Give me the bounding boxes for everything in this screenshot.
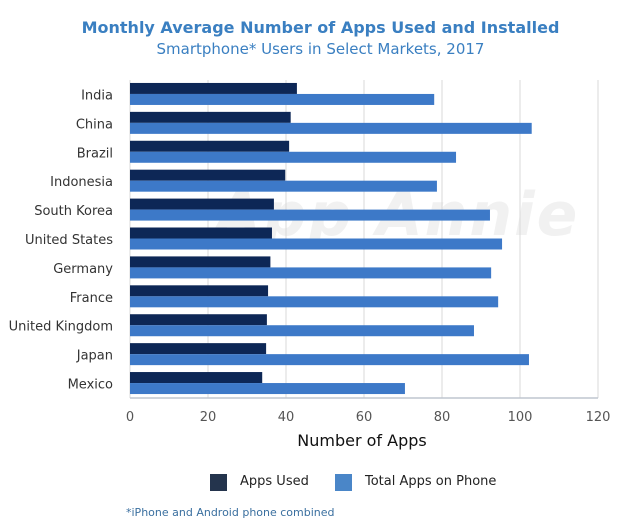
y-category-label: China — [76, 117, 113, 132]
legend-swatch-total-apps — [335, 474, 352, 491]
y-category-label: Mexico — [68, 378, 113, 393]
x-axis-title: Number of Apps — [297, 431, 426, 450]
y-category-label: Japan — [76, 349, 113, 364]
bar-total-apps — [130, 238, 503, 250]
bar-total-apps — [130, 93, 435, 105]
footnote: *iPhone and Android phone combined — [126, 506, 335, 519]
bar-apps-used — [130, 372, 263, 384]
legend-swatch-apps-used — [210, 474, 227, 491]
bar-apps-used — [130, 198, 274, 210]
legend-label-apps-used: Apps Used — [240, 474, 309, 489]
bar-apps-used — [130, 227, 272, 239]
y-category-label: South Korea — [34, 204, 113, 219]
legend-label-total-apps: Total Apps on Phone — [365, 474, 497, 489]
bar-total-apps — [130, 383, 405, 395]
bar-apps-used — [130, 285, 269, 297]
bar-apps-used — [130, 111, 291, 123]
y-category-label: Brazil — [77, 146, 113, 161]
bar-apps-used — [130, 140, 290, 152]
bar-total-apps — [130, 122, 532, 134]
bar-total-apps — [130, 180, 437, 192]
bar-total-apps — [130, 209, 490, 221]
bar-apps-used — [130, 314, 267, 326]
y-category-label: Germany — [53, 262, 113, 277]
bar-apps-used — [130, 256, 271, 268]
bar-total-apps — [130, 267, 492, 279]
y-category-label: France — [70, 291, 113, 306]
y-category-label: United Kingdom — [9, 320, 113, 335]
bar-apps-used — [130, 82, 297, 94]
bar-total-apps — [130, 151, 457, 163]
bar-apps-used — [130, 169, 286, 181]
bar-chart: 0 20 40 60 80 100 120 Number of Apps India China B… — [9, 80, 611, 450]
x-tick-label: 80 — [434, 410, 451, 425]
bar-apps-used — [130, 343, 267, 355]
x-tick-label: 0 — [126, 410, 134, 425]
x-tick-label: 40 — [278, 410, 295, 425]
x-tick-label: 100 — [508, 410, 533, 425]
x-tick-label: 20 — [200, 410, 217, 425]
x-tick-label: 60 — [356, 410, 373, 425]
x-tick-label: 120 — [586, 410, 611, 425]
bar-total-apps — [130, 354, 529, 366]
y-category-label: India — [81, 88, 113, 103]
bar-total-apps — [130, 325, 474, 337]
y-category-label: Indonesia — [50, 175, 113, 190]
y-category-label: United States — [25, 233, 113, 248]
bar-total-apps — [130, 296, 499, 308]
